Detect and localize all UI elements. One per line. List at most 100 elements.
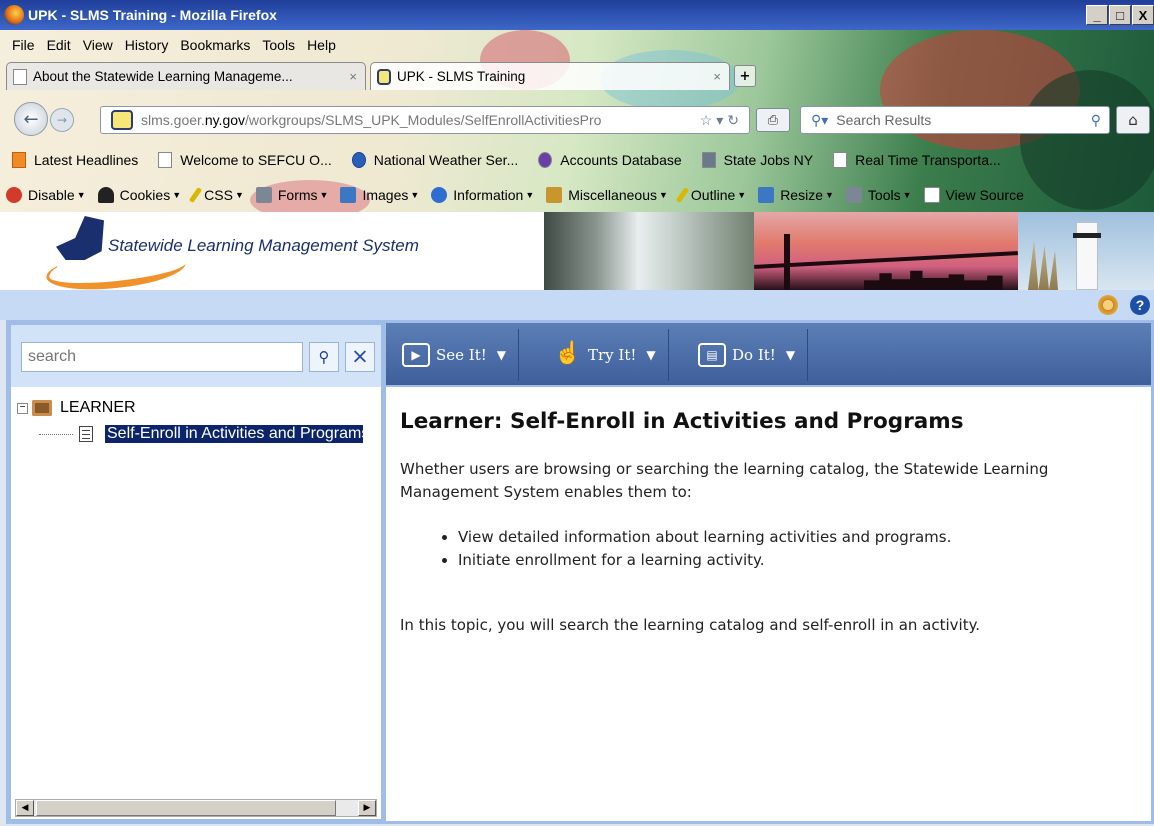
tree-node-learner[interactable]: − LEARNER	[17, 397, 363, 419]
settings-gear-icon[interactable]	[1098, 295, 1118, 315]
clear-search-button[interactable]: ⨉	[345, 342, 375, 372]
cookies-icon	[97, 187, 114, 203]
site-title: Statewide Learning Management System	[108, 236, 419, 255]
outline-panel: ⚲ ⨉ − LEARNER Self-Enroll in Activities …	[6, 320, 386, 824]
tree-node-self-enroll[interactable]: Self-Enroll in Activities and Programs	[39, 423, 363, 445]
help-icon[interactable]: ?	[1130, 295, 1150, 315]
dropdown-caret-icon[interactable]: ▼	[497, 348, 506, 362]
menu-tools[interactable]: Tools	[262, 37, 295, 53]
search-icon[interactable]: ⚲	[1091, 112, 1101, 129]
hand-pointer-icon: ☝	[554, 341, 582, 366]
search-icon: ⚲	[318, 348, 330, 366]
disable-icon	[6, 187, 22, 203]
bookmark-star-icon[interactable]: ☆▾↻	[700, 112, 743, 129]
dev-menu-label: Tools	[867, 187, 901, 203]
dev-menu-label: Miscellaneous	[568, 187, 657, 203]
do-it-button[interactable]: ▤ Do It! ▼	[698, 329, 809, 381]
tab-about-slms[interactable]: About the Statewide Learning Manageme...…	[6, 62, 366, 90]
dev-menu-label: View Source	[945, 187, 1024, 203]
topic-bullet: Initiate enrollment for a learning activ…	[458, 549, 1140, 572]
bookmark-real-time-transportation[interactable]: Real Time Transporta...	[833, 152, 1001, 168]
search-button[interactable]: ⚲	[309, 342, 339, 372]
printer-icon: ⎙	[767, 112, 779, 128]
bookmark-national-weather[interactable]: National Weather Ser...	[351, 152, 518, 168]
home-button[interactable]: ⌂	[1116, 106, 1150, 134]
dev-disable-menu[interactable]: Disable ▼	[6, 187, 86, 203]
dev-css-menu[interactable]: CSS ▼	[189, 187, 244, 203]
menu-help[interactable]: Help	[307, 37, 336, 53]
minimize-button[interactable]: _	[1086, 5, 1108, 25]
search-placeholder: Search Results	[836, 112, 932, 128]
collapse-icon[interactable]: −	[17, 402, 28, 414]
bridge-deck-shape	[754, 251, 1018, 269]
dev-information-menu[interactable]: Information ▼	[431, 187, 534, 203]
menu-bookmarks[interactable]: Bookmarks	[180, 37, 250, 53]
resize-icon	[758, 187, 775, 203]
scroll-thumb[interactable]	[36, 800, 336, 816]
bookmark-latest-headlines[interactable]: Latest Headlines	[12, 152, 138, 168]
theme-leaf-decoration	[1020, 70, 1154, 210]
tab-label: About the Statewide Learning Manageme...	[33, 69, 293, 84]
tab-upk-slms-training[interactable]: UPK - SLMS Training ×	[370, 62, 730, 90]
search-engine-icon: ⚲▾	[811, 111, 829, 128]
maximize-button[interactable]: □	[1109, 5, 1131, 25]
url-prefix: slms.goer.	[141, 112, 205, 128]
horizontal-scrollbar[interactable]: ◀ ▶	[15, 799, 377, 817]
dev-menu-label: Images	[362, 187, 409, 203]
dev-menu-label: Outline	[690, 187, 736, 203]
menu-file[interactable]: File	[12, 37, 35, 53]
miscellaneous-icon	[546, 187, 563, 203]
dev-menu-label: Resize	[780, 187, 823, 203]
dev-forms-menu[interactable]: Forms ▼	[255, 187, 328, 203]
bookmark-sefcu[interactable]: Welcome to SEFCU O...	[158, 152, 332, 168]
outline-search-row: ⚲ ⨉	[11, 325, 381, 387]
lighthouse-photo	[1018, 212, 1154, 290]
window-controls: _ □ X	[1085, 5, 1154, 25]
back-button[interactable]: ←	[14, 102, 48, 136]
scroll-left-button[interactable]: ◀	[16, 800, 34, 816]
bookmark-accounts-database[interactable]: Accounts Database	[538, 152, 682, 168]
tree-connector	[39, 433, 73, 435]
dev-cookies-menu[interactable]: Cookies ▼	[97, 187, 181, 203]
playback-mode-toolbar: ▶ See It! ▼ ☝ Try It! ▼ ▤ Do It! ▼	[386, 323, 1151, 387]
outline-search-input[interactable]	[21, 342, 303, 372]
dev-view-source-menu[interactable]: View Source	[923, 187, 1024, 203]
dev-tools-menu[interactable]: Tools ▼	[845, 187, 912, 203]
tab-strip: About the Statewide Learning Manageme...…	[0, 60, 756, 90]
dev-menu-label: Disable	[28, 187, 75, 203]
see-it-button[interactable]: ▶ See It! ▼	[402, 329, 520, 381]
dev-outline-menu[interactable]: Outline ▼	[675, 187, 746, 203]
close-tab-icon[interactable]: ×	[713, 69, 721, 84]
forward-button[interactable]: →	[50, 108, 74, 132]
dropdown-caret-icon[interactable]: ▼	[646, 348, 655, 362]
dropdown-caret-icon[interactable]: ▼	[786, 348, 795, 362]
database-icon	[538, 152, 553, 168]
address-bar[interactable]: slms.goer. ny.gov/workgroups/SLMS_UPK_Mod…	[100, 106, 750, 134]
slms-header: Statewide Learning Management System	[0, 212, 1154, 296]
back-arrow-icon: ←	[23, 108, 39, 130]
dev-resize-menu[interactable]: Resize ▼	[758, 187, 834, 203]
close-tab-icon[interactable]: ×	[349, 69, 357, 84]
new-tab-button[interactable]: +	[734, 65, 756, 87]
bookmarks-toolbar: Latest Headlines Welcome to SEFCU O... N…	[0, 148, 1009, 172]
bridge-tower-shape	[784, 234, 790, 290]
scroll-right-button[interactable]: ▶	[358, 800, 376, 816]
try-it-button[interactable]: ☝ Try It! ▼	[554, 329, 669, 381]
dev-images-menu[interactable]: Images ▼	[340, 187, 419, 203]
dev-menu-label: Information	[453, 187, 524, 203]
information-icon	[431, 187, 448, 203]
dev-miscellaneous-menu[interactable]: Miscellaneous ▼	[546, 187, 668, 203]
tree-node-label-selected: Self-Enroll in Activities and Programs	[105, 425, 363, 443]
clear-filter-icon: ⨉	[353, 348, 366, 366]
css-icon	[189, 187, 203, 203]
close-button[interactable]: X	[1132, 5, 1154, 25]
print-button[interactable]: ⎙	[756, 108, 790, 132]
page-icon	[833, 152, 848, 168]
topic-bullet-list: View detailed information about learning…	[458, 526, 1140, 572]
menu-edit[interactable]: Edit	[47, 37, 71, 53]
bookmark-state-jobs[interactable]: State Jobs NY	[701, 152, 813, 168]
web-search-box[interactable]: ⚲▾ Search Results ⚲	[800, 106, 1110, 134]
menu-view[interactable]: View	[83, 37, 113, 53]
grass-shape	[1028, 240, 1058, 290]
menu-history[interactable]: History	[125, 37, 169, 53]
